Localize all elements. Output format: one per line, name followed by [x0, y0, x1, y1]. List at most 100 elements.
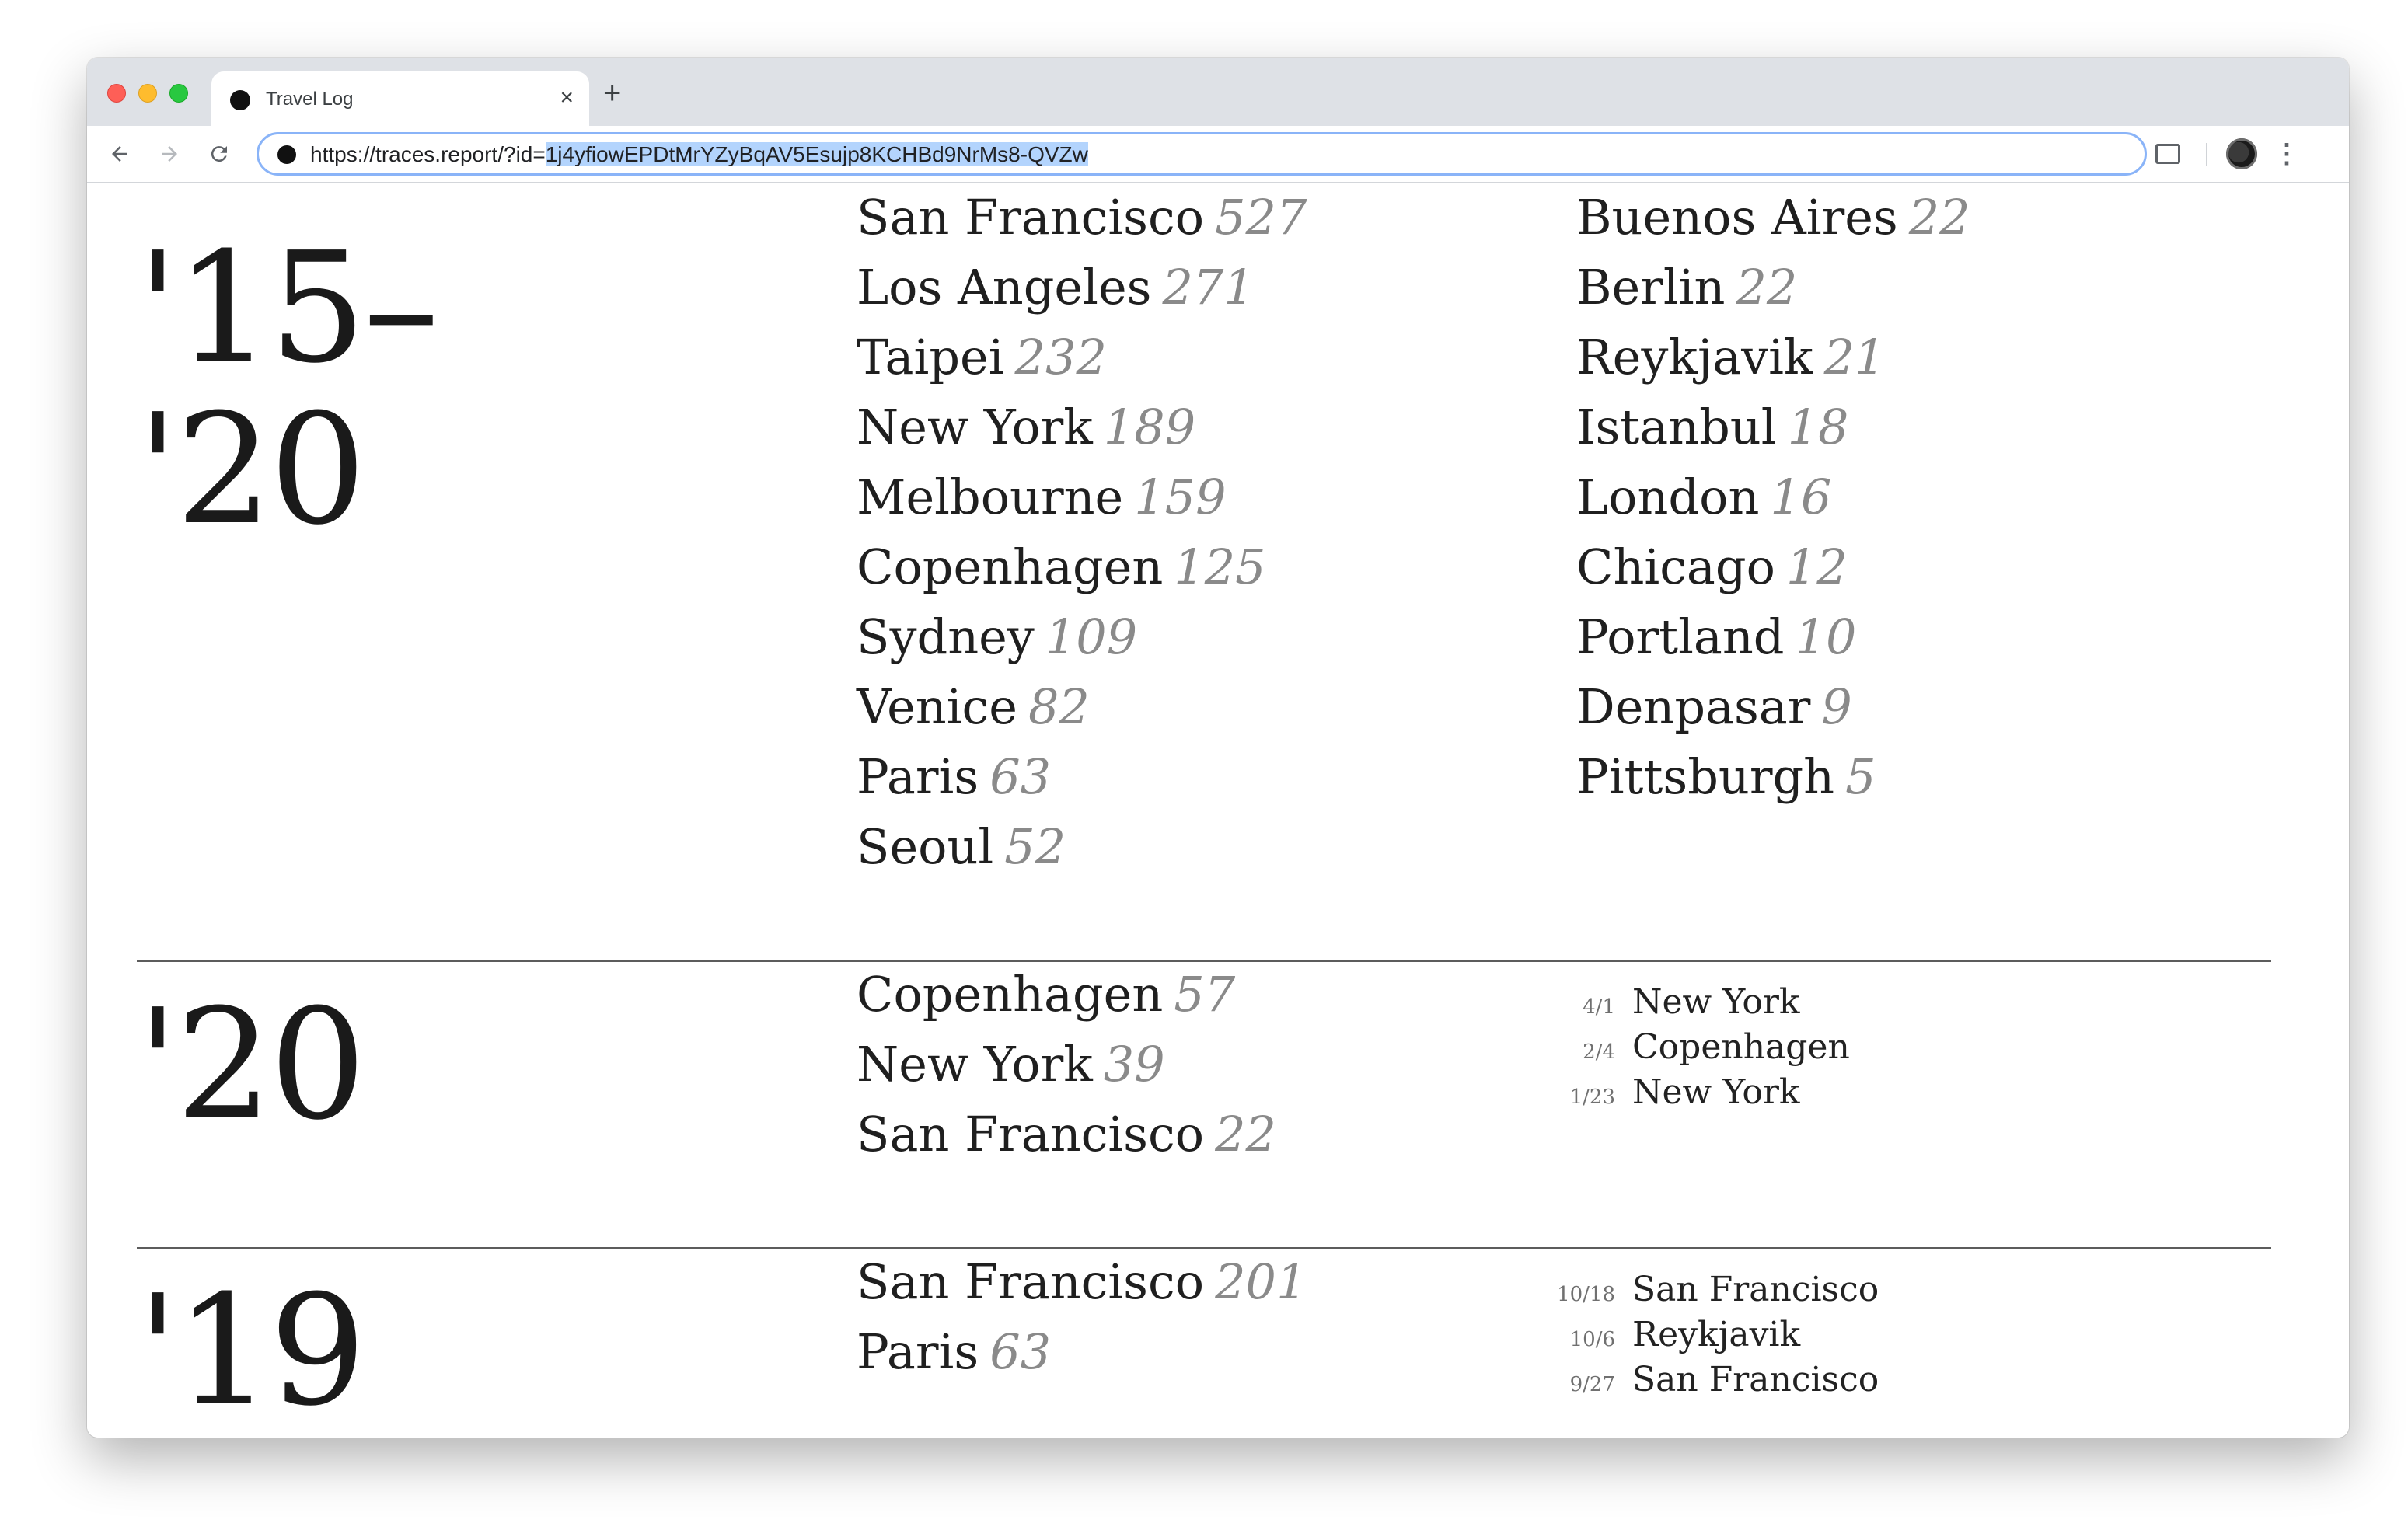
- year-heading: '20: [137, 977, 366, 1154]
- city-name: London: [1576, 469, 1760, 525]
- trip-place: Copenhagen: [1632, 1027, 1850, 1067]
- city-row: San Francisco 201: [857, 1247, 1307, 1317]
- city-name: Copenhagen: [857, 966, 1164, 1023]
- city-count: 5: [1845, 748, 1876, 805]
- trip-place: Reykjavik: [1632, 1315, 1801, 1354]
- city-name: Melbourne: [857, 469, 1124, 525]
- trip-row: 10/6 Reykjavik: [1556, 1312, 1879, 1358]
- city-name: Paris: [857, 1323, 979, 1380]
- city-count: 159: [1134, 469, 1227, 525]
- city-name: Los Angeles: [857, 259, 1152, 315]
- city-row: New York 39: [857, 1030, 1276, 1100]
- city-count: 10: [1795, 608, 1857, 665]
- city-row: San Francisco 527: [857, 183, 1307, 253]
- trip-row: 9/27 San Francisco: [1556, 1358, 1879, 1403]
- city-list: Copenhagen 57 New York 39 San Francisco 22: [857, 960, 1276, 1169]
- city-name: San Francisco: [857, 189, 1205, 246]
- city-count: 39: [1103, 1036, 1165, 1093]
- city-row: Reykjavik 21: [1576, 322, 1970, 392]
- city-count: 22: [1215, 1106, 1276, 1162]
- city-count: 189: [1103, 399, 1196, 455]
- forward-icon[interactable]: [149, 134, 190, 174]
- trip-row: 10/18 San Francisco: [1556, 1267, 1879, 1312]
- city-name: Reykjavik: [1576, 329, 1813, 385]
- trip-place: San Francisco: [1632, 1270, 1879, 1309]
- trip-date: 10/18: [1557, 1283, 1615, 1306]
- city-count: 21: [1823, 329, 1886, 385]
- city-row: Melbourne 159: [857, 462, 1307, 532]
- site-info-icon[interactable]: [277, 145, 296, 164]
- trip-row: 1/23 New York: [1556, 1070, 1850, 1115]
- address-bar[interactable]: https://traces.report/?id=1j4yfiowEPDtMr…: [257, 132, 2147, 176]
- city-count: 63: [989, 748, 1052, 805]
- city-count: 16: [1770, 469, 1832, 525]
- minimize-window-button[interactable]: [138, 84, 157, 103]
- trip-date: 9/27: [1569, 1373, 1615, 1396]
- city-name: Sydney: [857, 608, 1035, 665]
- maximize-window-button[interactable]: [169, 84, 188, 103]
- city-count: 271: [1162, 259, 1255, 315]
- city-row: Copenhagen 125: [857, 532, 1307, 602]
- city-count: 12: [1785, 538, 1848, 595]
- trip-list: 4/1 New York 2/4 Copenhagen 1/23 New York: [1556, 980, 1850, 1115]
- city-name: San Francisco: [857, 1106, 1205, 1162]
- avatar: [2226, 138, 2257, 169]
- city-row: Paris 63: [857, 742, 1307, 812]
- city-name: San Francisco: [857, 1253, 1205, 1310]
- city-count: 22: [1736, 259, 1798, 315]
- city-name: Portland: [1576, 608, 1785, 665]
- city-row: Berlin 22: [1576, 253, 1970, 322]
- menu-icon[interactable]: ⋮: [2271, 134, 2302, 174]
- url-prefix: https://traces.report/?id=: [310, 142, 546, 166]
- city-count: 232: [1014, 329, 1107, 385]
- trip-list: 10/18 San Francisco 10/6 Reykjavik 9/27 San…: [1556, 1267, 1879, 1403]
- browser-toolbar: https://traces.report/?id=1j4yfiowEPDtMr…: [87, 126, 2349, 183]
- new-tab-button[interactable]: +: [603, 76, 621, 110]
- city-count: 57: [1174, 966, 1236, 1023]
- tab-close-icon[interactable]: ×: [560, 84, 574, 112]
- reload-icon[interactable]: [199, 134, 239, 174]
- city-name: Seoul: [857, 818, 994, 875]
- city-name: Pittsburgh: [1576, 748, 1835, 805]
- city-name: Denpasar: [1576, 678, 1811, 735]
- city-row: Seoul 52: [857, 812, 1307, 882]
- tab-title: Travel Log: [266, 89, 354, 110]
- screenshot-icon[interactable]: [2147, 134, 2189, 174]
- city-count: 201: [1215, 1253, 1307, 1310]
- trip-place: San Francisco: [1632, 1360, 1879, 1399]
- favicon-icon: [230, 90, 250, 110]
- trip-row: 4/1 New York: [1556, 980, 1850, 1025]
- city-count: 52: [1004, 818, 1066, 875]
- year-heading: '19: [137, 1263, 366, 1438]
- city-row: Sydney 109: [857, 602, 1307, 672]
- toolbar-divider: [2206, 143, 2207, 166]
- city-list: San Francisco 201 Paris 63: [857, 1247, 1307, 1387]
- close-window-button[interactable]: [107, 84, 126, 103]
- city-row: Paris 63: [857, 1317, 1307, 1387]
- city-row: Istanbul 18: [1576, 392, 1970, 462]
- city-count: 82: [1028, 678, 1090, 735]
- city-count: 125: [1174, 538, 1266, 595]
- tab-travel-log[interactable]: Travel Log ×: [211, 71, 589, 126]
- trip-date: 2/4: [1583, 1040, 1615, 1064]
- trip-date: 1/23: [1569, 1086, 1615, 1109]
- city-row: Copenhagen 57: [857, 960, 1276, 1030]
- city-name: Copenhagen: [857, 538, 1164, 595]
- page-content: '15– '20 San Francisco 527 Los Angeles 271…: [87, 183, 2349, 1438]
- tab-strip: Travel Log × +: [87, 58, 2349, 126]
- url-text[interactable]: https://traces.report/?id=1j4yfiowEPDtMr…: [310, 142, 1088, 167]
- city-row: Los Angeles 271: [857, 253, 1307, 322]
- city-row: Portland 10: [1576, 602, 1970, 672]
- profile-button[interactable]: [2220, 134, 2263, 174]
- city-count: 22: [1908, 189, 1970, 246]
- trip-date: 10/6: [1569, 1328, 1615, 1351]
- city-name: Taipei: [857, 329, 1004, 385]
- city-name: Istanbul: [1576, 399, 1777, 455]
- trip-date: 4/1: [1583, 995, 1615, 1019]
- city-count: 63: [989, 1323, 1052, 1380]
- back-icon[interactable]: [99, 134, 140, 174]
- city-name: Venice: [857, 678, 1017, 735]
- city-row: San Francisco 22: [857, 1100, 1276, 1169]
- url-selected-text: 1j4yfiowEPDtMrYZyBqAV5Esujp8KCHBd9NrMs8-…: [545, 142, 1088, 166]
- city-row: Buenos Aires 22: [1576, 183, 1970, 253]
